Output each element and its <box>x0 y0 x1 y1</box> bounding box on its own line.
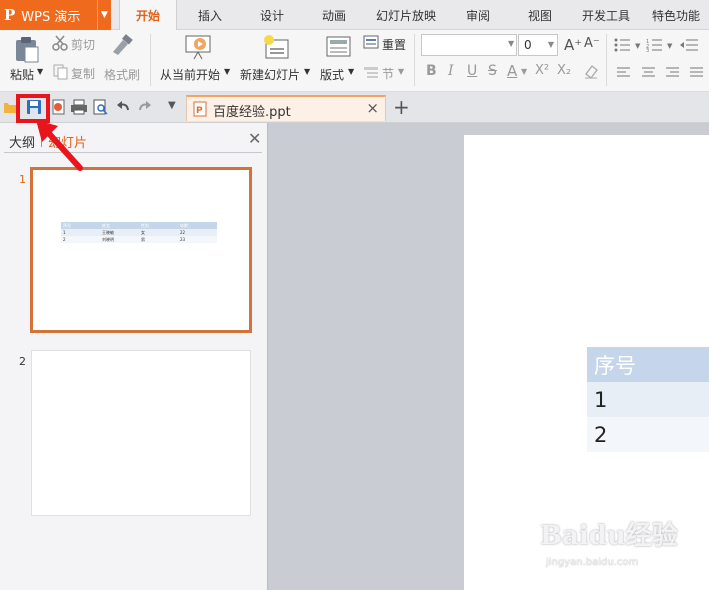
slide-number-2: 2 <box>19 355 26 368</box>
bullet-list-icon[interactable]: ▼ <box>614 38 644 52</box>
watermark-brand: Baidu经验 <box>540 521 678 551</box>
reset-button[interactable]: 重置 <box>382 36 406 53</box>
shrink-font-icon[interactable]: A⁻ <box>584 36 600 51</box>
watermark-url: jingyan.baidu.com <box>546 557 639 568</box>
slide-table[interactable]: 序号 1 2 <box>587 347 709 452</box>
copy-icon <box>53 64 68 80</box>
cut-icon <box>52 35 68 51</box>
close-panel-icon[interactable]: ✕ <box>248 129 261 148</box>
from-current-button[interactable]: 从当前开始 <box>160 66 220 83</box>
font-name-dropdown-icon[interactable]: ▼ <box>508 39 514 48</box>
new-slide-dropdown-icon[interactable]: ▼ <box>304 67 310 76</box>
open-folder-icon[interactable] <box>3 100 17 114</box>
table-cell[interactable]: 1 <box>587 382 709 417</box>
format-painter-icon <box>113 34 133 55</box>
new-slide-button[interactable]: 新建幻灯片 <box>240 66 300 83</box>
slide-thumbnail-2[interactable] <box>31 350 251 516</box>
tab-view[interactable]: 视图 <box>520 0 560 30</box>
subscript-button[interactable]: X₂ <box>557 63 571 78</box>
print-preview-icon[interactable] <box>93 99 109 115</box>
tab-special[interactable]: 特色功能 <box>648 0 704 30</box>
font-size-value: 0 <box>524 38 532 52</box>
watermark: Baidu经验 jingyan.baidu.com <box>540 515 705 575</box>
clear-format-icon[interactable] <box>583 63 599 79</box>
paste-icon[interactable] <box>14 35 40 63</box>
section-icon <box>364 67 378 78</box>
italic-button[interactable]: I <box>448 63 454 79</box>
font-name-select[interactable] <box>421 34 517 56</box>
tab-animation[interactable]: 动画 <box>314 0 354 30</box>
tab-review[interactable]: 审阅 <box>458 0 498 30</box>
align-left-icon[interactable] <box>617 67 631 79</box>
layout-icon <box>326 36 351 57</box>
svg-text:3: 3 <box>646 48 649 52</box>
tab-start[interactable]: 开始 <box>119 0 177 31</box>
print-icon[interactable] <box>70 99 88 115</box>
tab-slideshow[interactable]: 幻灯片放映 <box>373 0 439 30</box>
tab-outline[interactable]: 大纲 <box>9 132 35 151</box>
red-arrow-icon <box>36 120 83 171</box>
cut-button[interactable]: 剪切 <box>71 36 95 53</box>
decrease-indent-icon[interactable] <box>680 38 700 52</box>
layout-dropdown-icon[interactable]: ▼ <box>348 67 354 76</box>
thumbnail-table: 序号 姓名 性别 年龄 1 王晓敏 女 22 2 刘晓明 男 23 <box>61 222 217 243</box>
customize-toolbar-icon[interactable]: ▼ <box>168 100 176 111</box>
document-title: 百度经验.ppt <box>213 105 291 120</box>
table-header-cell[interactable]: 序号 <box>587 347 709 382</box>
new-slide-icon <box>264 35 289 59</box>
font-color-button[interactable]: A <box>507 62 517 80</box>
app-menu-button[interactable]: P WPS 演示 ▼ <box>0 0 111 30</box>
layout-button[interactable]: 版式 <box>320 66 344 83</box>
ribbon-toolbar: 粘贴 ▼ 剪切 复制 格式刷 从当前开始 ▼ 新建幻灯片 ▼ 版式 ▼ 重置 节… <box>0 30 709 92</box>
underline-button[interactable]: U <box>467 63 477 79</box>
new-tab-icon[interactable]: + <box>393 95 410 119</box>
slide-thumbnail-1[interactable]: 序号 姓名 性别 年龄 1 王晓敏 女 22 2 刘晓明 男 23 <box>30 167 252 333</box>
font-color-dropdown-icon[interactable]: ▼ <box>521 67 527 76</box>
copy-button[interactable]: 复制 <box>71 65 95 82</box>
undo-icon[interactable] <box>116 100 130 114</box>
tab-insert[interactable]: 插入 <box>190 0 230 30</box>
app-menu-dropdown-icon[interactable]: ▼ <box>97 0 111 30</box>
document-tab[interactable]: P 百度经验.ppt × <box>186 95 386 121</box>
align-center-icon[interactable] <box>642 67 656 79</box>
svg-text:P: P <box>196 106 203 116</box>
font-size-dropdown-icon[interactable]: ▼ <box>548 40 554 49</box>
svg-text:▼: ▼ <box>667 42 673 50</box>
reset-icon <box>363 35 379 49</box>
ppt-file-icon: P <box>193 101 207 117</box>
grow-font-icon[interactable]: A⁺ <box>564 36 582 54</box>
close-tab-icon[interactable]: × <box>366 99 379 117</box>
redo-icon[interactable] <box>138 100 152 114</box>
section-dropdown-icon[interactable]: ▼ <box>398 67 404 76</box>
paste-dropdown-icon[interactable]: ▼ <box>37 67 43 76</box>
strikethrough-button[interactable]: S <box>488 63 497 79</box>
align-right-icon[interactable] <box>666 67 680 79</box>
section-button[interactable]: 节 <box>382 65 394 82</box>
paste-button[interactable]: 粘贴 <box>10 66 34 83</box>
tab-design[interactable]: 设计 <box>252 0 292 30</box>
menu-bar: P WPS 演示 ▼ 开始 插入 设计 动画 幻灯片放映 审阅 视图 开发工具 … <box>0 0 709 31</box>
font-size-select[interactable]: 0 ▼ <box>518 34 558 56</box>
slide-number-1: 1 <box>19 173 26 186</box>
table-cell[interactable]: 2 <box>587 417 709 452</box>
from-current-dropdown-icon[interactable]: ▼ <box>224 67 230 76</box>
tab-developer[interactable]: 开发工具 <box>578 0 634 30</box>
justify-icon[interactable] <box>690 67 704 79</box>
quick-access-bar: ▼ P 百度经验.ppt × + <box>0 92 709 123</box>
format-painter-button[interactable]: 格式刷 <box>104 66 140 83</box>
svg-text:▼: ▼ <box>635 42 641 50</box>
superscript-button[interactable]: X² <box>535 63 549 78</box>
slide-panel: 大纲 幻灯片 ✕ 1 序号 姓名 性别 年龄 1 王晓敏 女 22 2 刘晓明 … <box>0 123 268 590</box>
numbered-list-icon[interactable]: 1 2 3 ▼ <box>646 38 676 52</box>
app-name: WPS 演示 <box>21 9 81 25</box>
wps-logo: P <box>4 6 16 24</box>
export-pdf-icon[interactable] <box>51 99 67 115</box>
bold-button[interactable]: B <box>426 63 437 79</box>
from-current-slide-icon <box>185 35 211 60</box>
